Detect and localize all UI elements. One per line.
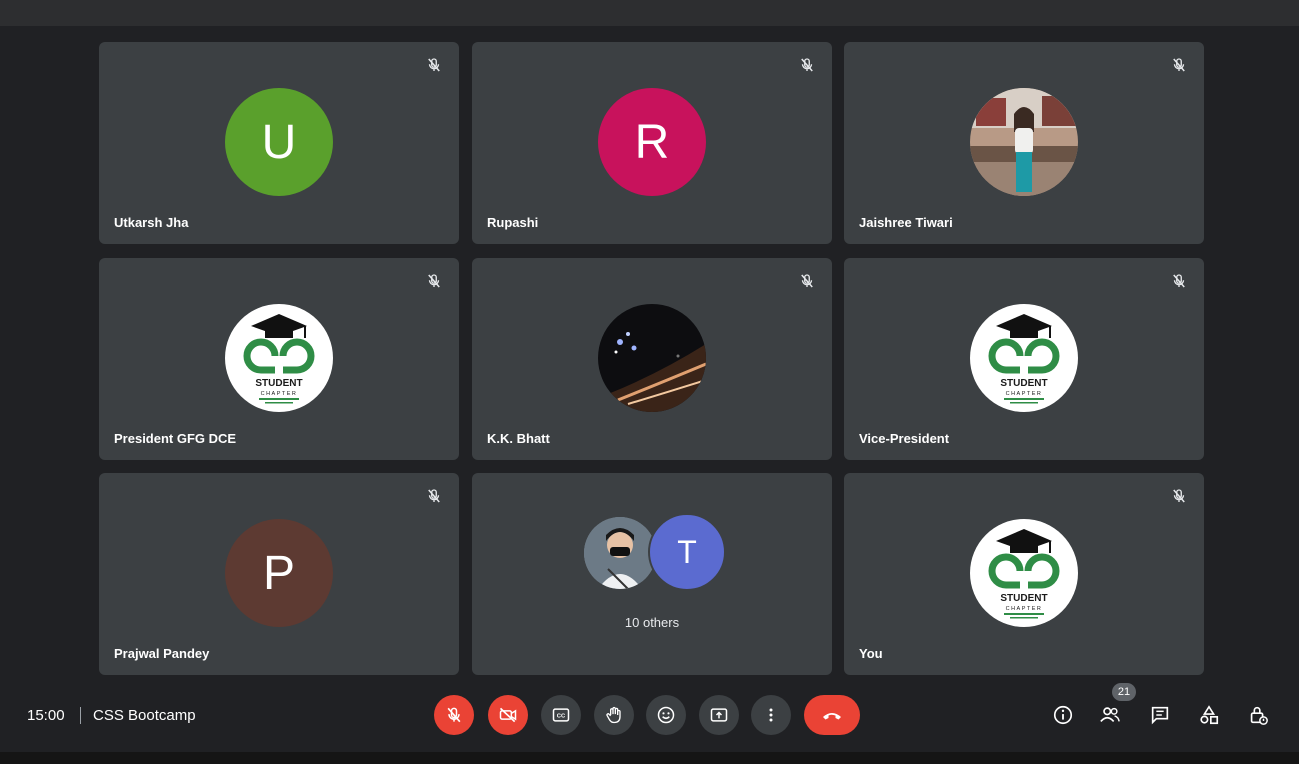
logo-text-student: STUDENT <box>1000 593 1047 604</box>
activities-icon <box>1200 705 1219 725</box>
meeting-title: CSS Bootcamp <box>93 707 196 724</box>
participant-tile-others[interactable]: T 10 others <box>472 473 832 675</box>
mic-muted-icon <box>1173 58 1185 72</box>
participant-name: Utkarsh Jha <box>114 215 189 230</box>
mic-muted-icon <box>428 489 440 503</box>
avatar: P <box>225 519 333 627</box>
participant-name: You <box>859 646 883 661</box>
logo-text-chapter: CHAPTER <box>261 391 298 397</box>
emoji-icon <box>657 706 675 724</box>
camera-off-icon <box>499 707 517 723</box>
chat-button[interactable] <box>1148 703 1172 727</box>
present-screen-icon <box>710 708 728 722</box>
mic-muted-icon <box>428 58 440 72</box>
avatar: U <box>225 88 333 196</box>
participant-tile-president-gfg-dce[interactable]: STUDENT CHAPTER President GFG DCE <box>99 258 459 460</box>
bottom-edge <box>0 752 1299 764</box>
meeting-time: 15:00 <box>27 707 65 724</box>
host-controls-icon <box>1250 706 1268 725</box>
participant-tile-you[interactable]: STUDENT CHAPTER You <box>844 473 1204 675</box>
mic-muted-icon <box>1173 274 1185 288</box>
window-top-bar <box>0 0 1299 26</box>
mic-muted-icon <box>801 58 813 72</box>
avatar-photo <box>598 304 706 412</box>
participant-tile-jaishree-tiwari[interactable]: Jaishree Tiwari <box>844 42 1204 244</box>
logo-text-student: STUDENT <box>1000 378 1047 389</box>
avatar-photo <box>970 88 1078 196</box>
mic-off-icon <box>447 707 461 723</box>
people-button[interactable] <box>1098 703 1122 727</box>
raise-hand-icon <box>606 706 621 724</box>
participant-name: President GFG DCE <box>114 431 237 446</box>
reactions-button[interactable] <box>646 695 686 735</box>
logo-text-student: STUDENT <box>255 378 302 389</box>
people-count-badge: 21 <box>1112 683 1136 701</box>
avatar: R <box>598 88 706 196</box>
gfg-student-chapter-logo: STUDENT CHAPTER <box>970 519 1078 627</box>
mic-muted-icon <box>1173 489 1185 503</box>
camera-toggle-button[interactable] <box>488 695 528 735</box>
mic-toggle-button[interactable] <box>434 695 474 735</box>
logo-text-chapter: CHAPTER <box>1006 606 1043 612</box>
more-options-button[interactable] <box>751 695 791 735</box>
participant-tile-rupashi[interactable]: R Rupashi <box>472 42 832 244</box>
participant-name: Jaishree Tiwari <box>859 215 953 230</box>
participant-name: Rupashi <box>487 215 539 230</box>
gfg-student-chapter-logo: STUDENT CHAPTER <box>225 304 333 412</box>
captions-button[interactable]: CC <box>541 695 581 735</box>
svg-text:CC: CC <box>557 714 566 720</box>
participant-name: K.K. Bhatt <box>487 431 550 446</box>
activities-button[interactable] <box>1197 703 1221 727</box>
participant-tile-vice-president[interactable]: STUDENT CHAPTER Vice-President <box>844 258 1204 460</box>
participant-name: Prajwal Pandey <box>114 646 210 661</box>
avatar: T <box>648 513 726 591</box>
others-count-label: 10 others <box>624 615 680 630</box>
mic-muted-icon <box>428 274 440 288</box>
chat-icon <box>1151 706 1169 725</box>
participant-tile-kk-bhatt[interactable]: K.K. Bhatt <box>472 258 832 460</box>
gfg-student-chapter-logo: STUDENT CHAPTER <box>970 304 1078 412</box>
participant-name: Vice-President <box>859 431 950 446</box>
raise-hand-button[interactable] <box>594 695 634 735</box>
divider <box>80 707 81 724</box>
meeting-details-button[interactable] <box>1051 703 1075 727</box>
info-icon <box>1053 705 1073 725</box>
avatar-photo <box>584 517 656 589</box>
leave-call-button[interactable] <box>804 695 860 735</box>
more-options-icon <box>769 708 773 722</box>
leave-call-icon <box>823 713 841 720</box>
present-now-button[interactable] <box>699 695 739 735</box>
meeting-toolbar: 15:00 CSS Bootcamp CC 21 <box>0 680 1299 752</box>
captions-icon: CC <box>552 708 570 722</box>
host-controls-button[interactable] <box>1246 703 1270 727</box>
people-icon <box>1100 707 1120 722</box>
participant-tile-utkarsh-jha[interactable]: U Utkarsh Jha <box>99 42 459 244</box>
participant-tile-prajwal-pandey[interactable]: P Prajwal Pandey <box>99 473 459 675</box>
mic-muted-icon <box>801 274 813 288</box>
logo-text-chapter: CHAPTER <box>1006 391 1043 397</box>
